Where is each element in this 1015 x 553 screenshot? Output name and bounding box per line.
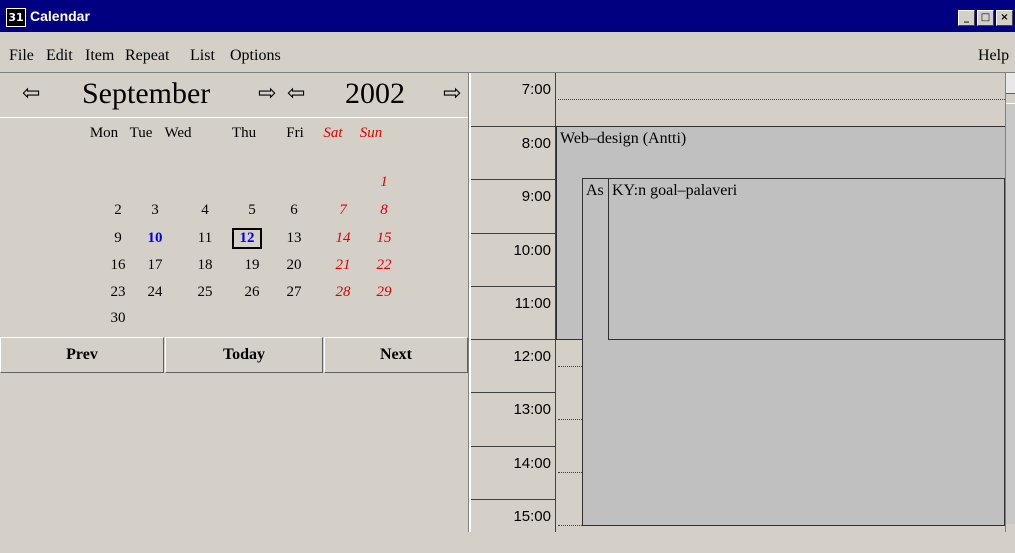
weekday-tue: Tue xyxy=(129,125,153,141)
day-cell[interactable]: 17 xyxy=(140,257,170,274)
time-label: 9:00 xyxy=(521,188,551,205)
menu-help[interactable]: Help xyxy=(978,47,1009,65)
event-label: KY:n goal–palaveri xyxy=(612,182,738,199)
day-cell[interactable]: 14 xyxy=(328,230,358,247)
half-hour-line xyxy=(558,472,582,473)
prev-year-icon[interactable]: ⇦ xyxy=(287,81,305,106)
day-cell[interactable]: 18 xyxy=(190,257,220,274)
day-cell[interactable]: 2 xyxy=(103,202,133,219)
next-button[interactable]: Next xyxy=(324,337,468,373)
next-year-icon[interactable]: ⇨ xyxy=(443,81,461,106)
day-cell[interactable]: 16 xyxy=(103,257,133,274)
weekday-mon: Mon xyxy=(89,125,119,141)
prev-month-icon[interactable]: ⇦ xyxy=(22,81,40,106)
half-hour-line xyxy=(558,419,582,420)
time-label: 14:00 xyxy=(513,455,551,472)
day-cell[interactable]: 11 xyxy=(190,230,220,247)
menu-edit[interactable]: Edit xyxy=(46,47,73,65)
calendar-app-icon[interactable]: 31 xyxy=(6,8,26,27)
menu-repeat[interactable]: Repeat xyxy=(125,47,169,65)
vertical-scrollbar[interactable] xyxy=(1005,73,1015,532)
day-cell[interactable]: 4 xyxy=(190,202,220,219)
weekday-thu: Thu xyxy=(231,125,257,141)
title-bar: 31 Calendar _ □ × xyxy=(0,0,1015,32)
weekday-wed: Wed xyxy=(164,125,192,141)
day-cell[interactable]: 25 xyxy=(190,284,220,301)
menu-bar: File Edit Item Repeat List Options Help xyxy=(0,42,1015,70)
window-title: Calendar xyxy=(30,8,90,24)
weekday-sat: Sat xyxy=(323,125,343,141)
day-cell[interactable]: 21 xyxy=(328,257,358,274)
weekday-sun: Sun xyxy=(359,125,383,141)
nav-divider xyxy=(0,117,468,118)
day-cell[interactable]: 22 xyxy=(369,257,399,274)
day-cell[interactable]: 24 xyxy=(140,284,170,301)
day-cell[interactable]: 6 xyxy=(279,202,309,219)
prev-button[interactable]: Prev xyxy=(0,337,164,373)
time-label: 11:00 xyxy=(514,295,551,312)
time-label: 8:00 xyxy=(521,135,551,152)
menu-item[interactable]: Item xyxy=(85,47,114,65)
day-cell[interactable]: 13 xyxy=(279,230,309,247)
next-month-icon[interactable]: ⇨ xyxy=(258,81,276,106)
scroll-up-icon[interactable] xyxy=(1006,73,1015,94)
weekday-fri: Fri xyxy=(286,125,304,141)
half-hour-line xyxy=(558,99,1005,100)
day-cell[interactable]: 15 xyxy=(369,230,399,247)
day-cell[interactable]: 3 xyxy=(140,202,170,219)
day-cell[interactable]: 8 xyxy=(369,202,399,219)
day-cell-selected[interactable]: 12 xyxy=(232,228,262,249)
event-label: As xyxy=(586,182,604,199)
day-cell[interactable]: 30 xyxy=(103,310,133,327)
menu-file[interactable]: File xyxy=(9,47,34,65)
day-cell[interactable]: 29 xyxy=(369,284,399,301)
month-label: September xyxy=(82,77,211,110)
nav-buttons: Prev Today Next xyxy=(0,337,468,373)
year-label: 2002 xyxy=(345,77,405,110)
day-cell[interactable]: 1 xyxy=(369,174,399,191)
time-label: 13:00 xyxy=(513,401,551,418)
day-cell[interactable]: 9 xyxy=(103,230,133,247)
maximize-button[interactable]: □ xyxy=(977,10,994,26)
month-navigation: ⇦ September ⇨ ⇦ 2002 ⇨ xyxy=(0,73,468,117)
day-cell[interactable]: 28 xyxy=(328,284,358,301)
half-hour-line xyxy=(558,366,582,367)
today-button[interactable]: Today xyxy=(165,337,323,373)
menu-options[interactable]: Options xyxy=(230,47,281,65)
time-label: 12:00 xyxy=(513,348,551,365)
day-cell[interactable]: 27 xyxy=(279,284,309,301)
close-button[interactable]: × xyxy=(996,10,1013,26)
day-cell[interactable]: 23 xyxy=(103,284,133,301)
event-label: Web–design (Antti) xyxy=(560,130,687,147)
day-cell[interactable]: 5 xyxy=(237,202,267,219)
minimize-button[interactable]: _ xyxy=(958,10,975,26)
day-cell[interactable]: 20 xyxy=(279,257,309,274)
time-label: 10:00 xyxy=(513,242,551,259)
day-cell-highlighted[interactable]: 10 xyxy=(140,230,170,247)
day-cell[interactable]: 19 xyxy=(237,257,267,274)
scroll-thumb[interactable] xyxy=(1006,103,1015,524)
day-cell[interactable]: 26 xyxy=(237,284,267,301)
event-goal-meeting[interactable]: KY:n goal–palaveri xyxy=(608,178,1005,340)
half-hour-line xyxy=(558,525,582,526)
month-panel: ⇦ September ⇨ ⇦ 2002 ⇨ Mon Tue Wed Thu F… xyxy=(0,73,468,532)
menu-list[interactable]: List xyxy=(190,47,215,65)
time-label: 15:00 xyxy=(513,508,551,525)
time-label: 7:00 xyxy=(521,81,551,98)
day-cell[interactable]: 7 xyxy=(328,202,358,219)
